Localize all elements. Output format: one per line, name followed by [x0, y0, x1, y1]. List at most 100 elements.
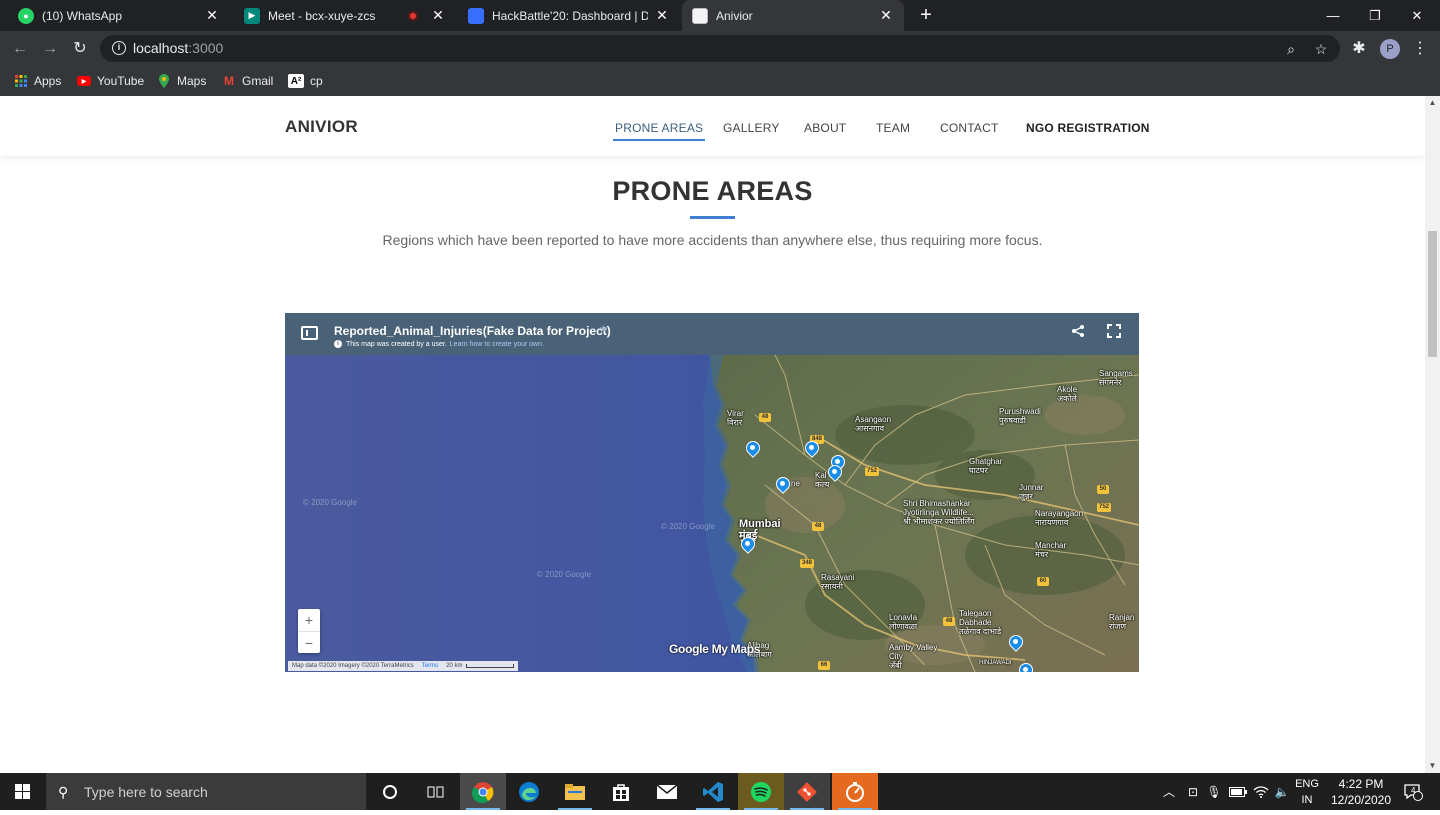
place-label: Lonavla लोणावळा — [889, 613, 918, 631]
zoom-in-button[interactable]: + — [298, 609, 320, 631]
info-icon[interactable]: i — [112, 41, 126, 55]
map-marker-pin[interactable] — [746, 441, 760, 461]
map-marker-pin[interactable] — [776, 477, 790, 497]
terms-link[interactable]: Terms — [422, 663, 438, 669]
taskbar-recorder-icon[interactable] — [832, 773, 878, 810]
zoom-out-button[interactable]: − — [298, 631, 320, 653]
recording-icon — [408, 10, 418, 21]
url-port: :3000 — [188, 40, 224, 56]
forward-button[interactable]: → — [38, 37, 62, 61]
nav-ngo-registration[interactable]: NGO REGISTRATION — [1026, 121, 1150, 135]
tray-device-icon[interactable]: ⊡ — [1183, 773, 1203, 810]
tab-whatsapp[interactable]: ● (10) WhatsApp ✕ — [8, 0, 230, 31]
map-note-link[interactable]: Learn how to create your own. — [450, 341, 544, 348]
taskbar-search-box[interactable]: ⚲ Type here to search — [46, 773, 366, 810]
minimize-button[interactable]: — — [1310, 0, 1356, 31]
map-marker-pin[interactable] — [741, 537, 755, 557]
tray-microphone-icon[interactable]: 🎙 — [1205, 773, 1223, 810]
search-icon: ⚲ — [58, 783, 69, 800]
nav-team[interactable]: TEAM — [876, 121, 910, 135]
map-marker-pin[interactable] — [1019, 663, 1033, 672]
nav-contact[interactable]: CONTACT — [940, 121, 999, 135]
scroll-down-arrow-icon[interactable]: ▼ — [1425, 759, 1440, 773]
embedded-map[interactable]: Reported_Animal_Injuries(Fake Data for P… — [285, 313, 1139, 672]
tray-battery-icon[interactable] — [1227, 773, 1249, 810]
map-marker-pin[interactable] — [1009, 635, 1023, 655]
browser-toolbar: ← → ↻ i localhost:3000 ⌕ ☆ ✱ P ⋮ — [0, 31, 1440, 66]
tray-wifi-icon[interactable] — [1251, 773, 1271, 810]
close-tab-icon[interactable]: ✕ — [878, 7, 894, 24]
star-icon[interactable]: ★ — [599, 324, 608, 335]
highway-shield: 48 — [759, 413, 771, 422]
address-url[interactable]: localhost:3000 — [133, 40, 223, 56]
tab-devfolio[interactable]: HackBattle'20: Dashboard | Devfo ✕ — [458, 0, 680, 31]
back-button[interactable]: ← — [8, 37, 32, 61]
place-label: Narayangaon नारायणगाव — [1035, 509, 1084, 527]
clock-date: 12/20/2020 — [1330, 793, 1392, 807]
place-label: Talegaon Dabhade तळेगाव दाभाडे — [959, 609, 1002, 636]
tab-meet[interactable]: ▶ Meet - bcx-xuye-zcs ✕ — [234, 0, 456, 31]
notification-center-icon[interactable]: 4 — [1398, 773, 1428, 810]
section-subtitle: Regions which have been reported to have… — [382, 232, 1043, 248]
map-marker-pin[interactable] — [828, 465, 842, 485]
close-tab-icon[interactable]: ✕ — [204, 7, 220, 24]
scale-bar — [466, 664, 515, 668]
nav-gallery[interactable]: GALLERY — [723, 121, 780, 135]
clock-time: 4:22 PM — [1338, 777, 1384, 791]
windows-start-button[interactable] — [0, 773, 46, 810]
nav-about[interactable]: ABOUT — [804, 121, 846, 135]
zoom-search-icon[interactable]: ⌕ — [1282, 40, 1300, 58]
bookmark-cp[interactable]: A² cp — [288, 71, 323, 91]
page-scrollbar[interactable]: ▲ ▼ — [1425, 96, 1440, 773]
address-bar[interactable]: i localhost:3000 ⌕ ☆ — [100, 35, 1340, 62]
tray-chevron-up-icon[interactable]: ︿ — [1160, 773, 1178, 810]
map-canvas[interactable]: © 2020 Google © 2020 Google © 2020 Googl… — [285, 354, 1139, 672]
close-tab-icon[interactable]: ✕ — [654, 7, 670, 24]
scrollbar-thumb[interactable] — [1428, 231, 1437, 357]
taskbar-git-icon[interactable] — [784, 773, 830, 810]
nav-prone-areas[interactable]: PRONE AREAS — [612, 121, 706, 141]
place-label: Shri Bhimashankar Jyotirlinga Wildlife..… — [903, 499, 975, 526]
map-title[interactable]: Reported_Animal_Injuries(Fake Data for P… — [334, 324, 611, 338]
bookmark-star-icon[interactable]: ☆ — [1312, 40, 1330, 58]
bookmark-maps[interactable]: Maps — [157, 71, 206, 91]
taskbar-store-icon[interactable] — [598, 773, 644, 810]
highway-shield: 60 — [1037, 577, 1049, 586]
site-brand[interactable]: ANIVIOR — [285, 117, 358, 137]
info-icon: i — [334, 340, 342, 348]
map-watermark: © 2020 Google — [661, 522, 715, 531]
attribution-text: Map data ©2020 Imagery ©2020 TerraMetric… — [292, 663, 414, 669]
task-view-icon[interactable] — [413, 773, 459, 810]
map-note-text: This map was created by a user. — [346, 340, 447, 348]
share-icon[interactable] — [1069, 324, 1087, 342]
taskbar-mail-icon[interactable] — [644, 773, 690, 810]
scroll-up-arrow-icon[interactable]: ▲ — [1425, 96, 1440, 110]
taskbar-chrome-icon[interactable] — [460, 773, 506, 810]
taskbar-edge-icon[interactable] — [506, 773, 552, 810]
bookmark-apps[interactable]: Apps — [14, 71, 61, 91]
profile-avatar[interactable]: P — [1380, 39, 1400, 59]
tray-volume-icon[interactable]: 🔈 — [1272, 773, 1292, 810]
apps-grid-icon — [14, 74, 28, 88]
extensions-puzzle-icon[interactable]: ✱ — [1347, 37, 1371, 61]
bookmark-youtube[interactable]: ▶ YouTube — [77, 71, 144, 91]
close-tab-icon[interactable]: ✕ — [430, 7, 446, 24]
cortana-icon[interactable] — [367, 773, 413, 810]
highway-shield: 348 — [800, 559, 815, 568]
taskbar-vscode-icon[interactable] — [690, 773, 736, 810]
taskbar-spotify-icon[interactable] — [738, 773, 784, 810]
restore-button[interactable]: ❐ — [1352, 0, 1398, 31]
tab-anivior[interactable]: Anivior ✕ — [682, 0, 904, 31]
tray-clock[interactable]: 4:22 PM 12/20/2020 — [1326, 776, 1396, 808]
reload-button[interactable]: ↻ — [68, 37, 92, 61]
menu-kebab-icon[interactable]: ⋮ — [1408, 37, 1432, 61]
fullscreen-icon[interactable] — [1105, 324, 1123, 342]
map-sidebar-toggle-icon[interactable] — [301, 326, 318, 340]
bookmark-label: cp — [310, 74, 323, 88]
map-marker-pin[interactable] — [805, 441, 819, 461]
new-tab-button[interactable]: + — [914, 3, 938, 27]
bookmark-gmail[interactable]: M Gmail — [222, 71, 273, 91]
tray-language[interactable]: ENG IN — [1292, 776, 1322, 808]
taskbar-file-explorer-icon[interactable] — [552, 773, 598, 810]
window-close-button[interactable]: ✕ — [1394, 0, 1440, 31]
